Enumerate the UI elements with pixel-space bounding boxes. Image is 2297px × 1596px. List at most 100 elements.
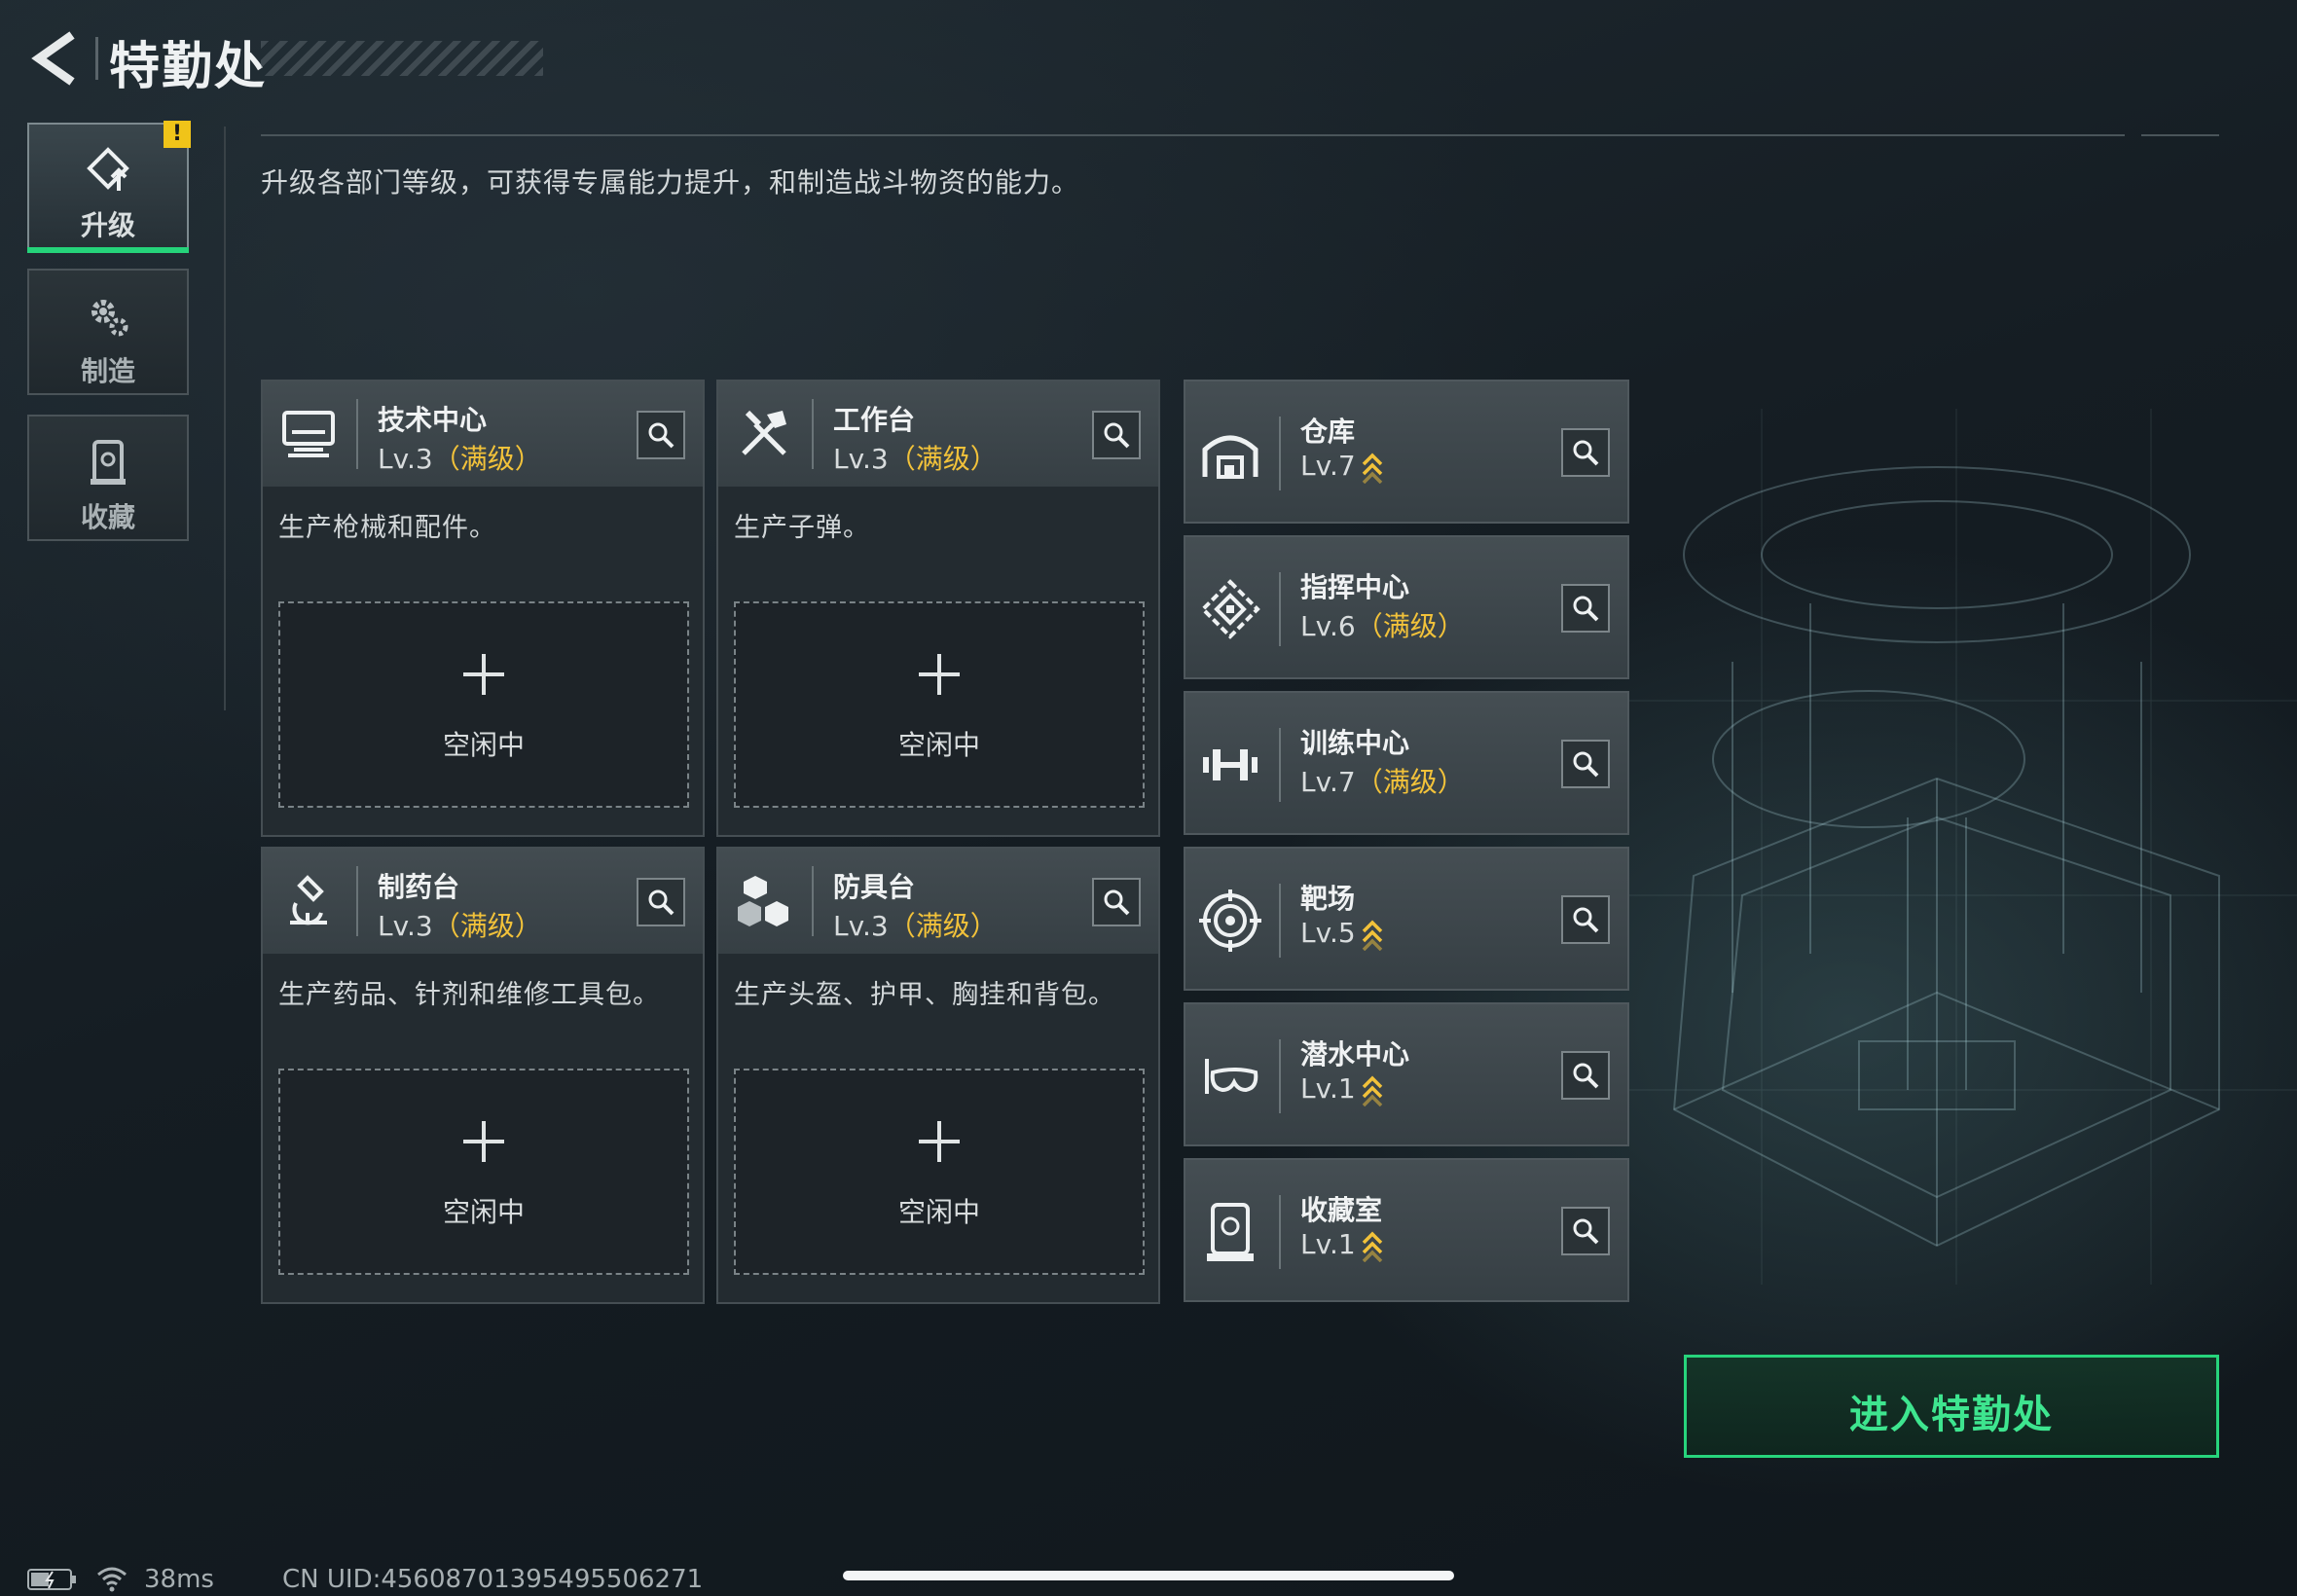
inspect-button[interactable] — [637, 411, 685, 459]
sidebar-divider — [224, 127, 226, 710]
warning-badge: ! — [164, 121, 191, 148]
tools-icon — [742, 410, 786, 455]
sidebar-item-craft[interactable]: 制造 — [27, 269, 189, 395]
max-level-tag: （满级） — [432, 443, 542, 475]
workshop-name: 技术中心 — [378, 404, 488, 436]
inspect-button[interactable] — [1561, 895, 1610, 944]
max-level-tag: （满级） — [1355, 610, 1465, 642]
workshop-name: 防具台 — [833, 871, 916, 903]
facility-name: 靶场 — [1300, 883, 1356, 915]
sidebar-item-label: 收藏 — [80, 501, 135, 533]
armor-blocks-icon — [738, 876, 788, 926]
sidebar-item-label: 升级 — [80, 209, 135, 241]
slot-status: 空闲中 — [442, 1196, 525, 1228]
inspect-button[interactable] — [1561, 1207, 1610, 1255]
workshop-card-armor-bench[interactable]: 防具台 Lv.3（满级） 生产头盔、护甲、胸挂和背包。 空闲中 — [716, 847, 1160, 1304]
plus-icon — [919, 1121, 960, 1162]
inspect-button[interactable] — [1561, 1051, 1610, 1100]
workshop-card-pharmacy[interactable]: 制药台 Lv.3（满级） 生产药品、针剂和维修工具包。 空闲中 — [261, 847, 705, 1304]
magnifier-icon — [1573, 751, 1599, 778]
card-separator — [356, 399, 358, 469]
inspect-button[interactable] — [637, 878, 685, 926]
inspect-button[interactable] — [1561, 584, 1610, 633]
sidebar-item-collection[interactable]: 收藏 — [27, 415, 189, 541]
workshop-level: Lv.3（满级） — [833, 910, 998, 942]
page-description: 升级各部门等级，可获得专属能力提升，和制造战斗物资的能力。 — [261, 166, 1080, 199]
facility-card-shooting-range[interactable]: 靶场 Lv.5 — [1184, 847, 1629, 991]
max-level-tag: （满级） — [1355, 766, 1465, 798]
facility-level: Lv.7（满级） — [1300, 766, 1465, 798]
workshop-description: 生产药品、针剂和维修工具包。 — [278, 980, 660, 1010]
max-level-tag: （满级） — [888, 910, 998, 942]
enter-button-label: 进入特勤处 — [1849, 1393, 2054, 1437]
home-indicator[interactable] — [843, 1571, 1454, 1580]
workshop-level: Lv.3（满级） — [378, 443, 542, 475]
target-icon — [1199, 889, 1261, 952]
card-separator — [1279, 1195, 1281, 1269]
computer-icon — [282, 411, 335, 457]
base-blueprint-illustration — [1616, 409, 2297, 1285]
warehouse-icon — [1202, 435, 1258, 479]
card-separator — [1279, 1039, 1281, 1113]
inspect-button[interactable] — [1561, 428, 1610, 477]
production-slot[interactable]: 空闲中 — [278, 1069, 689, 1275]
facility-level: Lv.6（满级） — [1300, 610, 1465, 642]
magnifier-icon — [1573, 1218, 1599, 1245]
upgrade-available-icon — [1362, 920, 1382, 951]
battery-charging-icon — [27, 1569, 76, 1590]
magnifier-icon — [1573, 907, 1599, 933]
header-rule — [261, 134, 2125, 136]
title-stripes-decoration — [261, 41, 543, 76]
dumbbell-icon — [1203, 749, 1258, 780]
magnifier-icon — [1104, 889, 1130, 916]
workshop-name: 工作台 — [833, 404, 916, 436]
workshop-level: Lv.3（满级） — [378, 910, 542, 942]
facility-level: Lv.5 — [1300, 917, 1383, 951]
plus-icon — [919, 654, 960, 695]
sidebar-item-upgrade[interactable]: 升级 ! — [27, 121, 191, 253]
ping-readout: 38ms — [144, 1565, 214, 1594]
facility-card-training-center[interactable]: 训练中心 Lv.7（满级） — [1184, 691, 1629, 835]
card-separator — [1279, 572, 1281, 646]
max-level-tag: （满级） — [888, 443, 998, 475]
card-separator — [1279, 417, 1281, 490]
back-icon[interactable] — [27, 27, 86, 90]
inspect-button[interactable] — [1092, 878, 1141, 926]
facility-level: Lv.7 — [1300, 450, 1383, 484]
magnifier-icon — [1573, 1063, 1599, 1089]
facility-name: 收藏室 — [1300, 1194, 1383, 1226]
collection-icon — [91, 440, 126, 485]
plus-icon — [463, 1121, 504, 1162]
diving-mask-icon — [1205, 1059, 1258, 1094]
production-slot[interactable]: 空闲中 — [278, 601, 689, 808]
facility-name: 仓库 — [1300, 416, 1356, 448]
facility-card-warehouse[interactable]: 仓库 Lv.7 — [1184, 380, 1629, 524]
header-rule-right — [2141, 134, 2219, 136]
wifi-icon — [97, 1567, 127, 1592]
slot-status: 空闲中 — [897, 1196, 980, 1228]
trophy-room-icon — [1207, 1203, 1254, 1261]
magnifier-icon — [1104, 422, 1130, 449]
upgrade-icon — [87, 147, 129, 191]
upgrade-available-icon — [1362, 453, 1382, 484]
inspect-button[interactable] — [1092, 411, 1141, 459]
gears-icon — [91, 300, 128, 337]
card-separator — [1279, 884, 1281, 958]
workshop-description: 生产子弹。 — [734, 513, 870, 543]
facility-card-trophy-room[interactable]: 收藏室 Lv.1 — [1184, 1158, 1629, 1302]
card-separator — [356, 866, 358, 936]
workshop-card-workbench[interactable]: 工作台 Lv.3（满级） 生产子弹。 空闲中 — [716, 380, 1160, 837]
inspect-button[interactable] — [1561, 740, 1610, 788]
production-slot[interactable]: 空闲中 — [734, 1069, 1145, 1275]
facility-card-command-center[interactable]: 指挥中心 Lv.6（满级） — [1184, 535, 1629, 679]
upgrade-available-icon — [1362, 1231, 1382, 1262]
workshop-card-tech-center[interactable]: 技术中心 Lv.3（满级） 生产枪械和配件。 空闲中 — [261, 380, 705, 837]
facility-level: Lv.1 — [1300, 1072, 1383, 1106]
production-slot[interactable]: 空闲中 — [734, 601, 1145, 808]
enter-button[interactable]: 进入特勤处 — [1684, 1355, 2219, 1458]
facility-card-diving-center[interactable]: 潜水中心 Lv.1 — [1184, 1002, 1629, 1146]
magnifier-icon — [1573, 440, 1599, 466]
facility-level: Lv.1 — [1300, 1228, 1383, 1262]
sidebar-item-label: 制造 — [80, 355, 135, 387]
title-divider — [95, 37, 98, 80]
